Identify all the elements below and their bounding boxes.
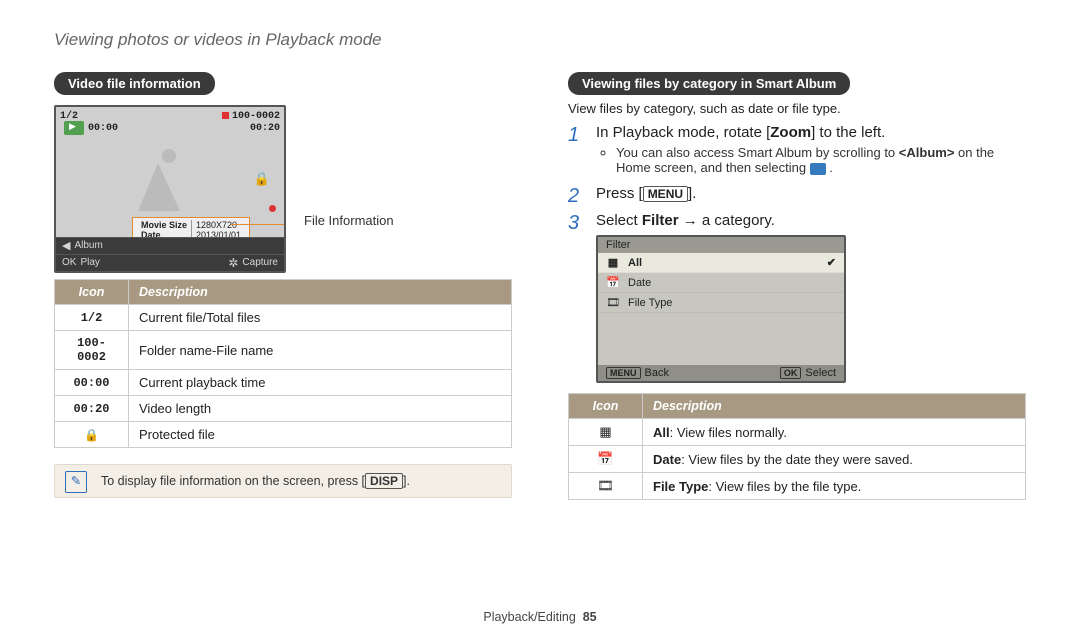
table-row: 00:00Current playback time: [55, 370, 512, 396]
table-row: ▦All: View files normally.: [569, 419, 1026, 446]
filter-row-date: 📅 Date: [598, 273, 844, 293]
album-icon: [810, 163, 826, 175]
filter-title: Filter: [598, 237, 844, 253]
disp-key: DISP: [365, 473, 403, 489]
right-column: Viewing files by category in Smart Album…: [568, 72, 1026, 500]
table-row: 🎞File Type: View files by the file type.: [569, 473, 1026, 500]
lcd-play-label: Play: [80, 257, 99, 268]
filter-menu-mock: Filter ▦ All ✔ 📅 Date 🎞 File Type: [596, 235, 846, 383]
camera-lcd-mock: 1/2 100-0002 00:00 00:20 🔒 Movie Size128…: [54, 105, 286, 273]
step-1-sub: You can also access Smart Album by scrol…: [616, 145, 1026, 175]
table-row: 1/2Current file/Total files: [55, 305, 512, 331]
th-icon: Icon: [569, 394, 643, 419]
section-heading-smart-album: Viewing files by category in Smart Album: [568, 72, 850, 95]
lcd-filename: 100-0002: [222, 111, 280, 122]
step-1: In Playback mode, rotate [Zoom] to the l…: [568, 124, 1026, 175]
intro-text: View files by category, such as date or …: [568, 101, 1026, 116]
left-column: Video file information 1/2 100-0002 00:0…: [54, 72, 512, 500]
page-footer: Playback/Editing 85: [0, 610, 1080, 624]
ok-key-icon: OK: [62, 257, 76, 268]
skater-silhouette: [126, 149, 186, 219]
callout-line: [231, 224, 286, 225]
lcd-capture-label: Capture: [242, 257, 278, 268]
table-row: 100-0002Folder name-File name: [55, 331, 512, 370]
lcd-album-label: Album: [74, 240, 102, 251]
all-icon: ▦: [606, 256, 620, 269]
menu-key-icon: MENU: [606, 367, 641, 379]
table-row: 00:20Video length: [55, 396, 512, 422]
note-box: To display file information on the scree…: [54, 464, 512, 498]
all-icon: ▦: [569, 419, 643, 446]
lcd-elapsed: 00:00: [88, 123, 118, 134]
lock-icon: 🔒: [254, 171, 270, 187]
table-row: 🔒Protected file: [55, 422, 512, 448]
filetype-icon: 🎞: [569, 473, 643, 500]
filter-row-all: ▦ All ✔: [598, 253, 844, 273]
rec-dot-icon: [269, 205, 276, 212]
icon-description-table-right: Icon Description ▦All: View files normal…: [568, 393, 1026, 500]
th-description: Description: [643, 394, 1026, 419]
date-icon: 📅: [606, 276, 620, 289]
lcd-total: 00:20: [250, 123, 280, 134]
section-heading-video-file-info: Video file information: [54, 72, 215, 95]
date-icon: 📅: [569, 446, 643, 473]
filter-row-filetype: 🎞 File Type: [598, 293, 844, 313]
menu-key: MENU: [643, 186, 688, 202]
file-information-callout: File Information: [304, 213, 394, 228]
check-icon: ✔: [827, 256, 836, 269]
icon-description-table-left: Icon Description 1/2Current file/Total f…: [54, 279, 512, 448]
lock-icon: 🔒: [55, 422, 129, 448]
ok-key-icon: OK: [780, 367, 802, 379]
page-title: Viewing photos or videos in Playback mod…: [54, 30, 1026, 50]
th-description: Description: [129, 280, 512, 305]
step-2: Press [MENU].: [568, 185, 1026, 202]
filetype-icon: 🎞: [606, 296, 620, 309]
th-icon: Icon: [55, 280, 129, 305]
table-row: 📅Date: View files by the date they were …: [569, 446, 1026, 473]
step-3: Select Filter → a category. Filter ▦ All…: [568, 212, 1026, 383]
